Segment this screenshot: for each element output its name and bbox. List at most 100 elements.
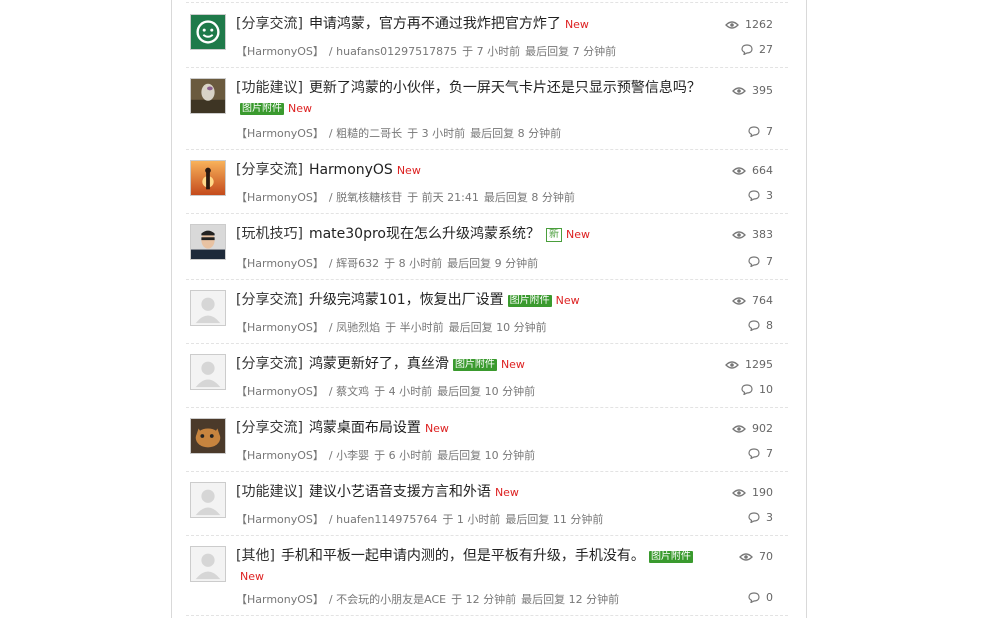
author-link[interactable]: / 粗糙的二哥长 (329, 127, 402, 140)
thread-title-text[interactable]: 建议小艺语音支援方言和外语 (309, 484, 491, 500)
author-link[interactable]: / 脱氧核糖核苷 (329, 191, 402, 204)
thread-category-tag[interactable]: [玩机技巧] (236, 226, 303, 242)
comment-icon (741, 44, 753, 55)
user-avatar[interactable] (190, 546, 226, 582)
board-link[interactable]: 【HarmonyOS】 (236, 127, 324, 140)
author-link[interactable]: / huafans01297517875 (329, 45, 457, 58)
reply-count: 7 (748, 125, 773, 138)
eye-icon (732, 296, 746, 306)
view-count-value: 1295 (745, 358, 773, 371)
eye-icon (732, 424, 746, 434)
author-link[interactable]: / 凤驰烈焰 (329, 321, 380, 334)
posted-time: 于 3 小时前 (407, 127, 466, 140)
thread-row[interactable]: [功能建议] 更新了鸿蒙的小伙伴，负一屏天气卡片还是只显示预警信息吗？ 图片附件 Ne… (186, 68, 788, 150)
thread-meta: 【HarmonyOS】 / 不会玩的小朋友是ACE 于 12 分钟前 最后回复 12 … (236, 591, 624, 607)
thread-row[interactable]: [玩机技巧] mate30pro现在怎么升级鸿蒙系统？ 新 New 【HarmonyO… (186, 214, 788, 280)
author-link[interactable]: / huafen114975764 (329, 513, 438, 526)
eye-icon (732, 86, 746, 96)
view-count-value: 190 (752, 486, 773, 499)
view-count-value: 902 (752, 422, 773, 435)
thread-title[interactable]: [分享交流] 升级完鸿蒙101，恢复出厂设置 图片附件 New (236, 290, 706, 311)
author-link[interactable]: / 小李婴 (329, 449, 369, 462)
author-link[interactable]: / 不会玩的小朋友是ACE (329, 593, 446, 606)
user-avatar[interactable] (190, 418, 226, 454)
thread-row[interactable]: [其他] 手机和平板一起申请内测的，但是平板有升级，手机没有。 图片附件 New 【H… (186, 536, 788, 616)
reply-count-value: 7 (766, 447, 773, 460)
thread-category-tag[interactable]: [功能建议] (236, 80, 303, 96)
board-link[interactable]: 【HarmonyOS】 (236, 321, 324, 334)
thread-row[interactable]: [功能建议] 建议小艺语音支援方言和外语 New 【HarmonyOS】 / huaf… (186, 472, 788, 536)
thread-category-tag[interactable]: [其他] (236, 548, 275, 564)
view-count: 70 (739, 550, 773, 563)
thread-title[interactable]: [分享交流] 申请鸿蒙，官方再不通过我炸把官方炸了 New (236, 14, 706, 35)
new-label: New (555, 294, 580, 307)
comment-icon (748, 512, 760, 523)
thread-row[interactable]: [分享交流] 升级完鸿蒙101，恢复出厂设置 图片附件 New 【HarmonyOS】… (186, 280, 788, 344)
user-avatar[interactable] (190, 14, 226, 50)
new-badge: 新 (545, 228, 562, 242)
board-link[interactable]: 【HarmonyOS】 (236, 449, 324, 462)
thread-row[interactable]: [分享交流] HarmonyOS New 【HarmonyOS】 / 脱氧核糖核苷于 … (186, 150, 788, 214)
board-link[interactable]: 【HarmonyOS】 (236, 191, 324, 204)
board-link[interactable]: 【HarmonyOS】 (236, 45, 324, 58)
user-avatar[interactable] (190, 160, 226, 196)
reply-count-value: 7 (766, 125, 773, 138)
thread-category-tag[interactable]: [分享交流] (236, 162, 303, 178)
posted-time: 于 前天 21:41 (407, 191, 479, 204)
author-link[interactable]: / 蔡文鸡 (329, 385, 369, 398)
posted-time: 于 4 小时前 (374, 385, 433, 398)
board-link[interactable]: 【HarmonyOS】 (236, 385, 324, 398)
view-count: 664 (732, 164, 773, 177)
thread-title-text[interactable]: 鸿蒙桌面布局设置 (309, 420, 421, 436)
new-label: New (240, 570, 264, 583)
new-label: New (494, 486, 519, 499)
comment-icon (748, 320, 760, 331)
thread-title[interactable]: [玩机技巧] mate30pro现在怎么升级鸿蒙系统？ 新 New (236, 224, 706, 245)
comment-icon (748, 256, 760, 267)
thread-category-tag[interactable]: [分享交流] (236, 292, 303, 308)
thread-category-tag[interactable]: [分享交流] (236, 356, 303, 372)
board-link[interactable]: 【HarmonyOS】 (236, 257, 324, 270)
comment-icon (741, 384, 753, 395)
thread-title-text[interactable]: 更新了鸿蒙的小伙伴，负一屏天气卡片还是只显示预警信息吗？ (309, 80, 701, 96)
thread-stats: 395 7 (713, 68, 773, 149)
thread-category-tag[interactable]: [功能建议] (236, 484, 303, 500)
thread-title-text[interactable]: mate30pro现在怎么升级鸿蒙系统？ (309, 226, 540, 242)
new-label: New (288, 102, 312, 115)
thread-title[interactable]: [功能建议] 更新了鸿蒙的小伙伴，负一屏天气卡片还是只显示预警信息吗？ 图片附件 Ne… (236, 78, 706, 119)
thread-title-text[interactable]: 鸿蒙更新好了，真丝滑 (309, 356, 449, 372)
thread-category-tag[interactable]: [分享交流] (236, 420, 303, 436)
comment-icon (748, 448, 760, 459)
reply-count: 0 (748, 591, 773, 604)
thread-row[interactable]: [分享交流] 申请鸿蒙，官方再不通过我炸把官方炸了 New 【HarmonyOS】 /… (186, 4, 788, 68)
board-link[interactable]: 【HarmonyOS】 (236, 513, 324, 526)
thread-title[interactable]: [其他] 手机和平板一起申请内测的，但是平板有升级，手机没有。 图片附件 New (236, 546, 706, 587)
thread-title-text[interactable]: 手机和平板一起申请内测的，但是平板有升级，手机没有。 (281, 548, 645, 564)
reply-count-value: 3 (766, 511, 773, 524)
thread-title[interactable]: [功能建议] 建议小艺语音支援方言和外语 New (236, 482, 706, 503)
reply-count: 27 (741, 43, 773, 56)
thread-title[interactable]: [分享交流] HarmonyOS New (236, 160, 706, 181)
view-count: 190 (732, 486, 773, 499)
thread-meta: 【HarmonyOS】 / huafans01297517875 于 7 小时前 最后… (236, 43, 621, 59)
thread-title[interactable]: [分享交流] 鸿蒙桌面布局设置 New (236, 418, 706, 439)
thread-title-text[interactable]: 申请鸿蒙，官方再不通过我炸把官方炸了 (309, 16, 561, 32)
divider (186, 2, 788, 3)
user-avatar[interactable] (190, 290, 226, 326)
thread-meta: 【HarmonyOS】 / 辉哥632 于 8 小时前 最后回复 9 分钟前 (236, 255, 543, 271)
thread-title[interactable]: [分享交流] 鸿蒙更新好了，真丝滑 图片附件 New (236, 354, 706, 375)
thread-row[interactable]: [分享交流] 鸿蒙更新好了，真丝滑 图片附件 New 【HarmonyOS】 / 蔡文鸡… (186, 344, 788, 408)
reply-count-value: 8 (766, 319, 773, 332)
user-avatar[interactable] (190, 224, 226, 260)
user-avatar[interactable] (190, 78, 226, 114)
user-avatar[interactable] (190, 482, 226, 518)
board-link[interactable]: 【HarmonyOS】 (236, 593, 324, 606)
user-avatar[interactable] (190, 354, 226, 390)
thread-row[interactable]: [分享交流] 鸿蒙桌面布局设置 New 【HarmonyOS】 / 小李婴于 6 小时… (186, 408, 788, 472)
thread-category-tag[interactable]: [分享交流] (236, 16, 303, 32)
thread-title-text[interactable]: HarmonyOS (309, 162, 393, 178)
thread-stats: 1262 27 (713, 4, 773, 67)
author-link[interactable]: / 辉哥632 (329, 257, 379, 270)
thread-title-text[interactable]: 升级完鸿蒙101，恢复出厂设置 (309, 292, 504, 308)
reply-count-value: 3 (766, 189, 773, 202)
